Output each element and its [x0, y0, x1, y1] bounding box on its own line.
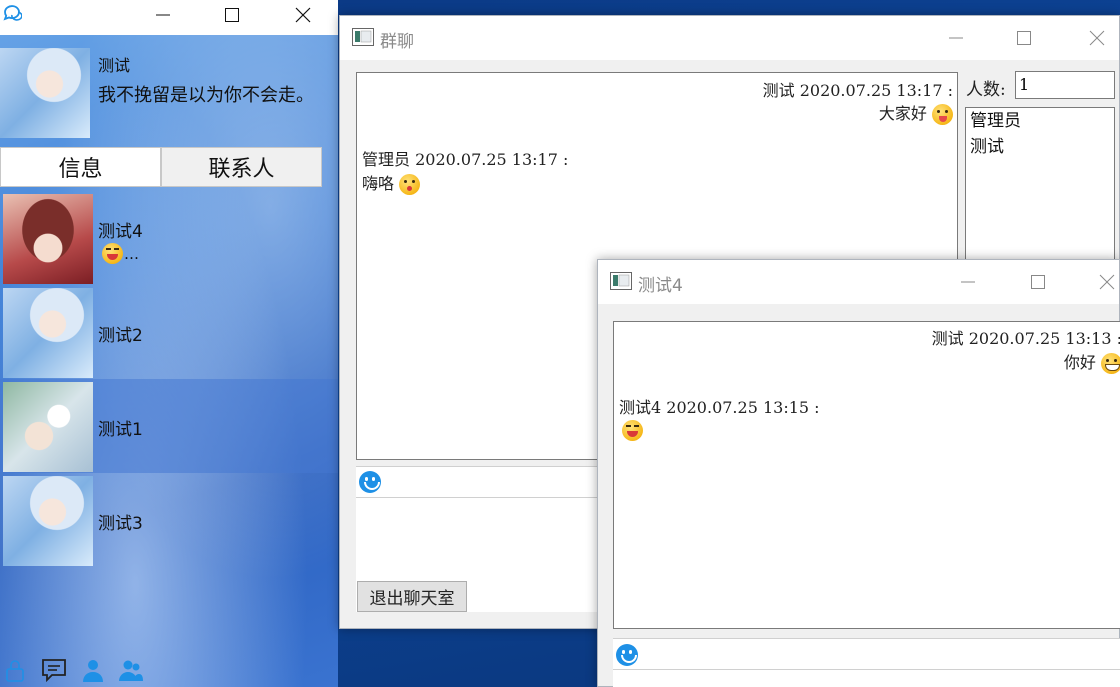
- avatar: [3, 288, 93, 378]
- message-header: 测试 2020.07.25 13:17 :: [762, 81, 953, 100]
- tab-contacts[interactable]: 联系人: [161, 147, 322, 187]
- message-header: 测试 2020.07.25 13:13 :: [931, 329, 1120, 348]
- app-window-icon: [610, 272, 632, 290]
- message-body: 大家好: [879, 100, 953, 125]
- contact-preview: …: [102, 243, 139, 264]
- maximize-button[interactable]: [1023, 267, 1053, 297]
- smile-icon[interactable]: [616, 644, 638, 666]
- window-title: 群聊: [380, 32, 414, 52]
- profile-signature: 我不挽留是以为你不会走。: [98, 85, 314, 106]
- window-titlebar: 群聊: [340, 16, 1119, 60]
- minimize-icon: [156, 14, 170, 16]
- maximize-icon: [1031, 275, 1045, 289]
- contact-list: 测试4 … 测试2 测试1 测试3: [0, 191, 338, 567]
- message-body: 嗨咯: [362, 170, 421, 195]
- app-window-icon: [352, 28, 374, 46]
- member-count-label: 人数:: [966, 80, 1006, 100]
- chat-bubble-icon: [3, 5, 22, 21]
- group-icon[interactable]: [117, 656, 145, 684]
- minimize-button[interactable]: [953, 267, 983, 297]
- maximize-button[interactable]: [1009, 23, 1039, 53]
- contact-icon[interactable]: [79, 656, 107, 684]
- close-icon: [295, 7, 311, 23]
- preview-text: …: [124, 244, 139, 263]
- kiss-emoji-icon: [399, 174, 421, 195]
- tongue-emoji-icon: [932, 104, 953, 125]
- list-item[interactable]: 测试3: [0, 473, 338, 567]
- list-item[interactable]: 测试1: [0, 379, 338, 473]
- profile-header: 测试 我不挽留是以为你不会走。: [0, 35, 338, 147]
- tab-messages[interactable]: 信息: [0, 147, 161, 187]
- lock-icon[interactable]: [2, 656, 30, 684]
- message-body: [622, 420, 643, 441]
- close-icon: [1089, 30, 1105, 46]
- avatar: [3, 382, 93, 472]
- xd-emoji-icon: [102, 243, 123, 264]
- emoji-toolbar: [613, 638, 1120, 670]
- qq-titlebar: [0, 0, 338, 35]
- message-text: 大家好: [878, 104, 927, 123]
- smile-icon[interactable]: [359, 471, 381, 493]
- message-icon[interactable]: [40, 656, 68, 684]
- minimize-icon: [949, 37, 963, 39]
- maximize-icon: [1017, 31, 1031, 45]
- maximize-icon: [225, 8, 239, 22]
- qq-main-panel: 测试 我不挽留是以为你不会走。 信息 联系人 测试4 … 测试2 测试1 测试3: [0, 0, 338, 687]
- maximize-button[interactable]: [209, 0, 255, 30]
- bottom-toolbar: [0, 652, 338, 687]
- qq-tabs: 信息 联系人: [0, 147, 322, 187]
- contact-name: 测试1: [98, 420, 143, 440]
- contact-name: 测试3: [98, 514, 143, 534]
- message-text: 嗨咯: [362, 174, 395, 193]
- member-count-field[interactable]: 1: [1015, 71, 1115, 99]
- private-chat-window: 测试4 测试 2020.07.25 13:13 : 你好 测试4 2020.07…: [597, 259, 1120, 687]
- close-icon: [1099, 274, 1115, 290]
- list-item[interactable]: 测试2: [0, 285, 338, 379]
- avatar: [3, 476, 93, 566]
- contact-name: 测试4: [98, 222, 143, 242]
- message-header: 测试4 2020.07.25 13:15 :: [619, 398, 820, 417]
- profile-avatar[interactable]: [0, 48, 90, 138]
- avatar: [3, 194, 93, 284]
- minimize-button[interactable]: [941, 23, 971, 53]
- window-titlebar: 测试4: [598, 260, 1119, 304]
- message-body: 你好: [1064, 349, 1120, 374]
- xd-emoji-icon: [622, 420, 643, 441]
- exit-chatroom-button[interactable]: 退出聊天室: [357, 581, 467, 612]
- message-text: 你好: [1063, 353, 1096, 372]
- grin-emoji-icon: [1101, 353, 1120, 374]
- close-button[interactable]: [1092, 267, 1120, 297]
- message-header: 管理员 2020.07.25 13:17 :: [362, 150, 569, 169]
- close-button[interactable]: [280, 0, 326, 30]
- chat-history[interactable]: 测试 2020.07.25 13:13 : 你好 测试4 2020.07.25 …: [613, 321, 1120, 629]
- message-input[interactable]: [613, 670, 1120, 687]
- list-item[interactable]: 测试: [966, 134, 1114, 160]
- list-item[interactable]: 测试4 …: [0, 191, 338, 285]
- profile-name: 测试: [98, 56, 131, 75]
- contact-name: 测试2: [98, 326, 143, 346]
- window-title: 测试4: [638, 276, 683, 296]
- close-button[interactable]: [1082, 23, 1112, 53]
- minimize-button[interactable]: [140, 0, 186, 30]
- minimize-icon: [961, 281, 975, 283]
- list-item[interactable]: 管理员: [966, 108, 1114, 134]
